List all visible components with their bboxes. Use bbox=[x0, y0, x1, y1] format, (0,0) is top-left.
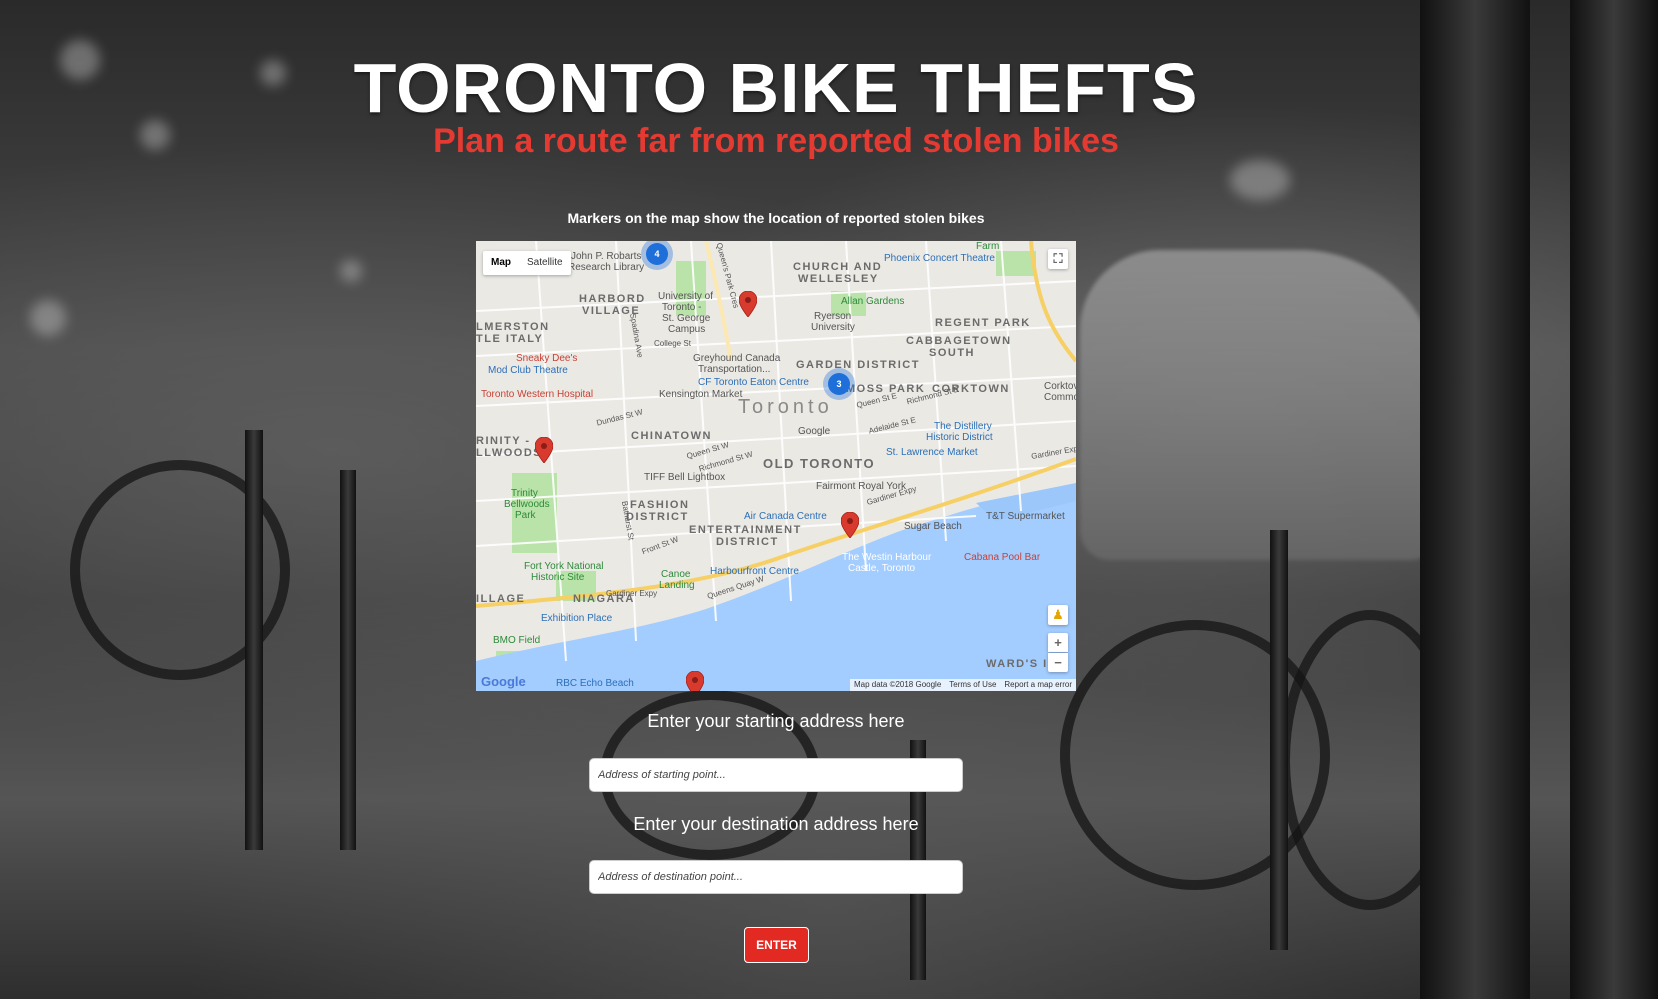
map-label-district: GARDEN DISTRICT bbox=[796, 359, 920, 371]
map-label-district: REGENT PARK bbox=[935, 317, 1031, 329]
map-label-city: Toronto bbox=[738, 396, 833, 418]
map-label-poi: Historic District bbox=[926, 432, 993, 443]
map-label-park: Canoe bbox=[661, 569, 691, 580]
map-label-park: Park bbox=[515, 510, 536, 521]
map-label-poi: Transportation... bbox=[698, 364, 771, 375]
map-type-satellite-button[interactable]: Satellite bbox=[519, 251, 571, 275]
map-label-poi: University of bbox=[658, 291, 714, 302]
street-view-button[interactable]: ♟ bbox=[1048, 605, 1068, 625]
map-label-poi: Ryerson bbox=[814, 311, 852, 322]
map-label-district: OLD TORONTO bbox=[763, 456, 876, 471]
map-label-park: Historic Site bbox=[531, 572, 585, 583]
map-label-poi: Greyhound Canada bbox=[693, 353, 781, 364]
map-label-street: Gardiner Expy bbox=[606, 589, 658, 598]
page-subtitle: Plan a route far from reported stolen bi… bbox=[433, 122, 1119, 160]
map-caption: Markers on the map show the location of … bbox=[567, 210, 985, 226]
map-label-park: BMO Field bbox=[493, 635, 541, 646]
map-label-poi: Toronto - bbox=[662, 302, 702, 313]
start-address-input[interactable] bbox=[589, 758, 963, 792]
fullscreen-button[interactable]: ⛶ bbox=[1048, 249, 1068, 269]
map-label-poi: RBC Echo Beach bbox=[556, 678, 634, 689]
map-label-district: Commo bbox=[1044, 392, 1076, 403]
map-label-poi: TIFF Bell Lightbox bbox=[644, 472, 726, 483]
zoom-in-button[interactable]: + bbox=[1048, 633, 1068, 652]
map-label-poi: Exhibition Place bbox=[541, 613, 613, 624]
map-label-district: TLE ITALY bbox=[476, 333, 544, 345]
map-label-poi: Mod Club Theatre bbox=[488, 365, 568, 376]
map-label-poi: Campus bbox=[668, 324, 706, 335]
map-label-district: CABBAGETOWN bbox=[906, 335, 1012, 347]
map-label-district: SOUTH bbox=[929, 347, 975, 359]
map-attribution: Map data ©2018 Google Terms of Use Repor… bbox=[849, 679, 1076, 691]
stolen-bike-marker[interactable] bbox=[739, 291, 757, 317]
map-label-district: DISTRICT bbox=[716, 536, 779, 548]
map-type-map-button[interactable]: Map bbox=[483, 251, 519, 275]
map-label-district: CHURCH AND bbox=[793, 261, 883, 273]
map-label-poi: Phoenix Concert Theatre bbox=[884, 253, 995, 264]
map-label-poi: T&T Supermarket bbox=[986, 511, 1065, 522]
map-label-district: WARD'S I bbox=[986, 658, 1048, 670]
stolen-bike-marker[interactable] bbox=[841, 512, 859, 538]
map-label-poi: Research Library bbox=[568, 262, 645, 273]
map-label-poi: University bbox=[811, 322, 855, 333]
map-label-district: Corktov bbox=[1044, 381, 1076, 392]
map-label-poi: St. George bbox=[662, 313, 711, 324]
zoom-out-button[interactable]: − bbox=[1048, 653, 1068, 672]
map-data-credit: Map data ©2018 Google bbox=[853, 680, 942, 689]
marker-cluster[interactable]: 3 bbox=[828, 373, 850, 395]
map-label-park: Landing bbox=[659, 580, 695, 591]
marker-cluster[interactable]: 4 bbox=[646, 243, 668, 265]
map-label-district: RINITY - bbox=[476, 435, 531, 447]
stolen-bike-marker[interactable] bbox=[535, 437, 553, 463]
map-label-park: Fort York National bbox=[524, 561, 604, 572]
google-map[interactable]: Toronto CHURCH AND WELLESLEY HARBORD VIL… bbox=[476, 241, 1076, 691]
map-label-district: FASHION bbox=[630, 499, 690, 511]
start-address-label: Enter your starting address here bbox=[647, 711, 905, 731]
map-label-district: LMERSTON bbox=[476, 321, 550, 333]
map-label-district: LLWOODS bbox=[476, 447, 543, 459]
map-label-park: Allan Gardens bbox=[841, 296, 905, 307]
map-label-district: ILLAGE bbox=[476, 593, 526, 605]
map-label-street: College St bbox=[654, 339, 691, 348]
map-label-park: Farm bbox=[976, 241, 1000, 252]
map-label-district: DISTRICT bbox=[626, 511, 689, 523]
map-label-poi: Kensington Market bbox=[659, 389, 743, 400]
map-type-control: Map Satellite bbox=[483, 251, 571, 275]
map-label-poi: Cabana Pool Bar bbox=[964, 552, 1041, 563]
map-label-poi: Google bbox=[798, 426, 831, 437]
destination-address-input[interactable] bbox=[589, 860, 963, 894]
google-logo: Google bbox=[481, 674, 526, 689]
enter-button[interactable]: ENTER bbox=[744, 927, 809, 963]
map-label-poi: Toronto Western Hospital bbox=[481, 389, 594, 400]
map-label-district: CHINATOWN bbox=[631, 430, 712, 442]
map-label-poi: John P. Robarts bbox=[571, 251, 642, 262]
map-label-poi: St. Lawrence Market bbox=[886, 447, 978, 458]
map-label-poi: Air Canada Centre bbox=[744, 511, 827, 522]
map-label-district: ENTERTAINMENT bbox=[689, 524, 802, 536]
map-label-park: Bellwoods bbox=[504, 499, 550, 510]
stolen-bike-marker[interactable] bbox=[686, 671, 704, 691]
map-label-park: Trinity bbox=[511, 488, 538, 499]
report-map-error-link[interactable]: Report a map error bbox=[1004, 679, 1072, 691]
map-label-poi: Sugar Beach bbox=[904, 521, 962, 532]
pegman-icon: ♟ bbox=[1052, 607, 1064, 622]
destination-address-label: Enter your destination address here bbox=[633, 814, 919, 834]
map-label-poi: CF Toronto Eaton Centre bbox=[698, 377, 809, 388]
fullscreen-icon: ⛶ bbox=[1053, 251, 1063, 266]
map-label-poi: Sneaky Dee's bbox=[516, 353, 578, 364]
terms-of-use-link[interactable]: Terms of Use bbox=[949, 679, 996, 691]
map-label-poi: Castle, Toronto bbox=[848, 563, 916, 574]
map-label-poi: The Distillery bbox=[934, 421, 992, 432]
map-label-district: WELLESLEY bbox=[798, 273, 879, 285]
map-label-poi: The Westin Harbour bbox=[842, 552, 932, 563]
map-label-district: HARBORD bbox=[579, 293, 646, 305]
page-title: TORONTO BIKE THEFTS bbox=[353, 49, 1199, 127]
